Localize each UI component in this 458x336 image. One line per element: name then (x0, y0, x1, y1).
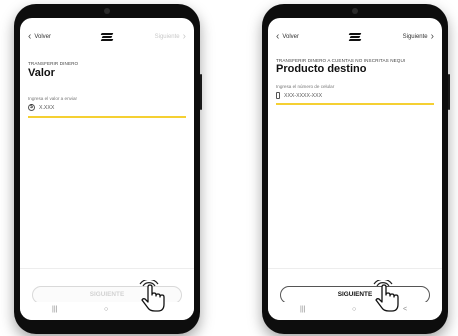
screen-right: ‹ Volver Siguiente › TRANSFERIR DINERO A… (268, 18, 442, 320)
section-kicker: TRANSFERIR DINERO (28, 61, 79, 66)
android-nav-bar: ||| ○ < (268, 302, 442, 320)
next-label: Siguiente (402, 34, 428, 40)
nequi-logo-icon (348, 32, 362, 42)
input-underline (28, 116, 186, 118)
hand-tap-icon (373, 280, 399, 312)
top-bar: ‹ Volver Siguiente › (268, 30, 442, 48)
camera-icon (352, 8, 358, 14)
page-title: Valor (28, 67, 55, 79)
phone-number-input[interactable]: XXX-XXXX-XXX (276, 92, 322, 99)
footer-divider (268, 268, 442, 269)
back-nav-icon[interactable]: < (403, 306, 407, 313)
page-title: Producto destino (276, 63, 367, 75)
mobile-phone-icon (276, 92, 280, 99)
phone-field-label: Ingresa el número de celular (276, 84, 335, 89)
camera-icon (104, 8, 110, 14)
hand-tap-icon (139, 280, 165, 312)
chevron-right-icon: › (182, 31, 186, 42)
android-nav-bar: ||| ○ < (20, 302, 194, 320)
recent-apps-icon[interactable]: ||| (52, 306, 57, 313)
phone-right: ‹ Volver Siguiente › TRANSFERIR DINERO A… (262, 4, 450, 334)
amount-placeholder: X.XXX (39, 104, 55, 111)
next-button[interactable]: Siguiente › (402, 31, 434, 42)
chevron-left-icon: ‹ (276, 31, 280, 42)
recent-apps-icon[interactable]: ||| (300, 306, 305, 313)
phone-left: ‹ Volver Siguiente › TRANSFERIR DINERO V… (14, 4, 202, 334)
input-underline (276, 103, 434, 105)
coin-icon: $ (28, 104, 35, 111)
chevron-left-icon: ‹ (28, 31, 32, 42)
back-button[interactable]: ‹ Volver (28, 31, 52, 42)
back-label: Volver (34, 34, 52, 40)
home-icon[interactable]: ○ (104, 306, 108, 313)
back-label: Volver (282, 34, 300, 40)
chevron-right-icon: › (430, 31, 434, 42)
nequi-logo-icon (100, 32, 114, 42)
back-button[interactable]: ‹ Volver (276, 31, 300, 42)
top-bar: ‹ Volver Siguiente › (20, 30, 194, 48)
footer-divider (20, 268, 194, 269)
amount-field-label: Ingresa el valor a enviar (28, 96, 78, 101)
next-button[interactable]: Siguiente › (154, 31, 186, 42)
amount-input[interactable]: $ X.XXX (28, 104, 54, 111)
next-label: Siguiente (154, 34, 180, 40)
home-icon[interactable]: ○ (352, 306, 356, 313)
screen-left: ‹ Volver Siguiente › TRANSFERIR DINERO V… (20, 18, 194, 320)
phone-placeholder: XXX-XXXX-XXX (284, 92, 323, 99)
